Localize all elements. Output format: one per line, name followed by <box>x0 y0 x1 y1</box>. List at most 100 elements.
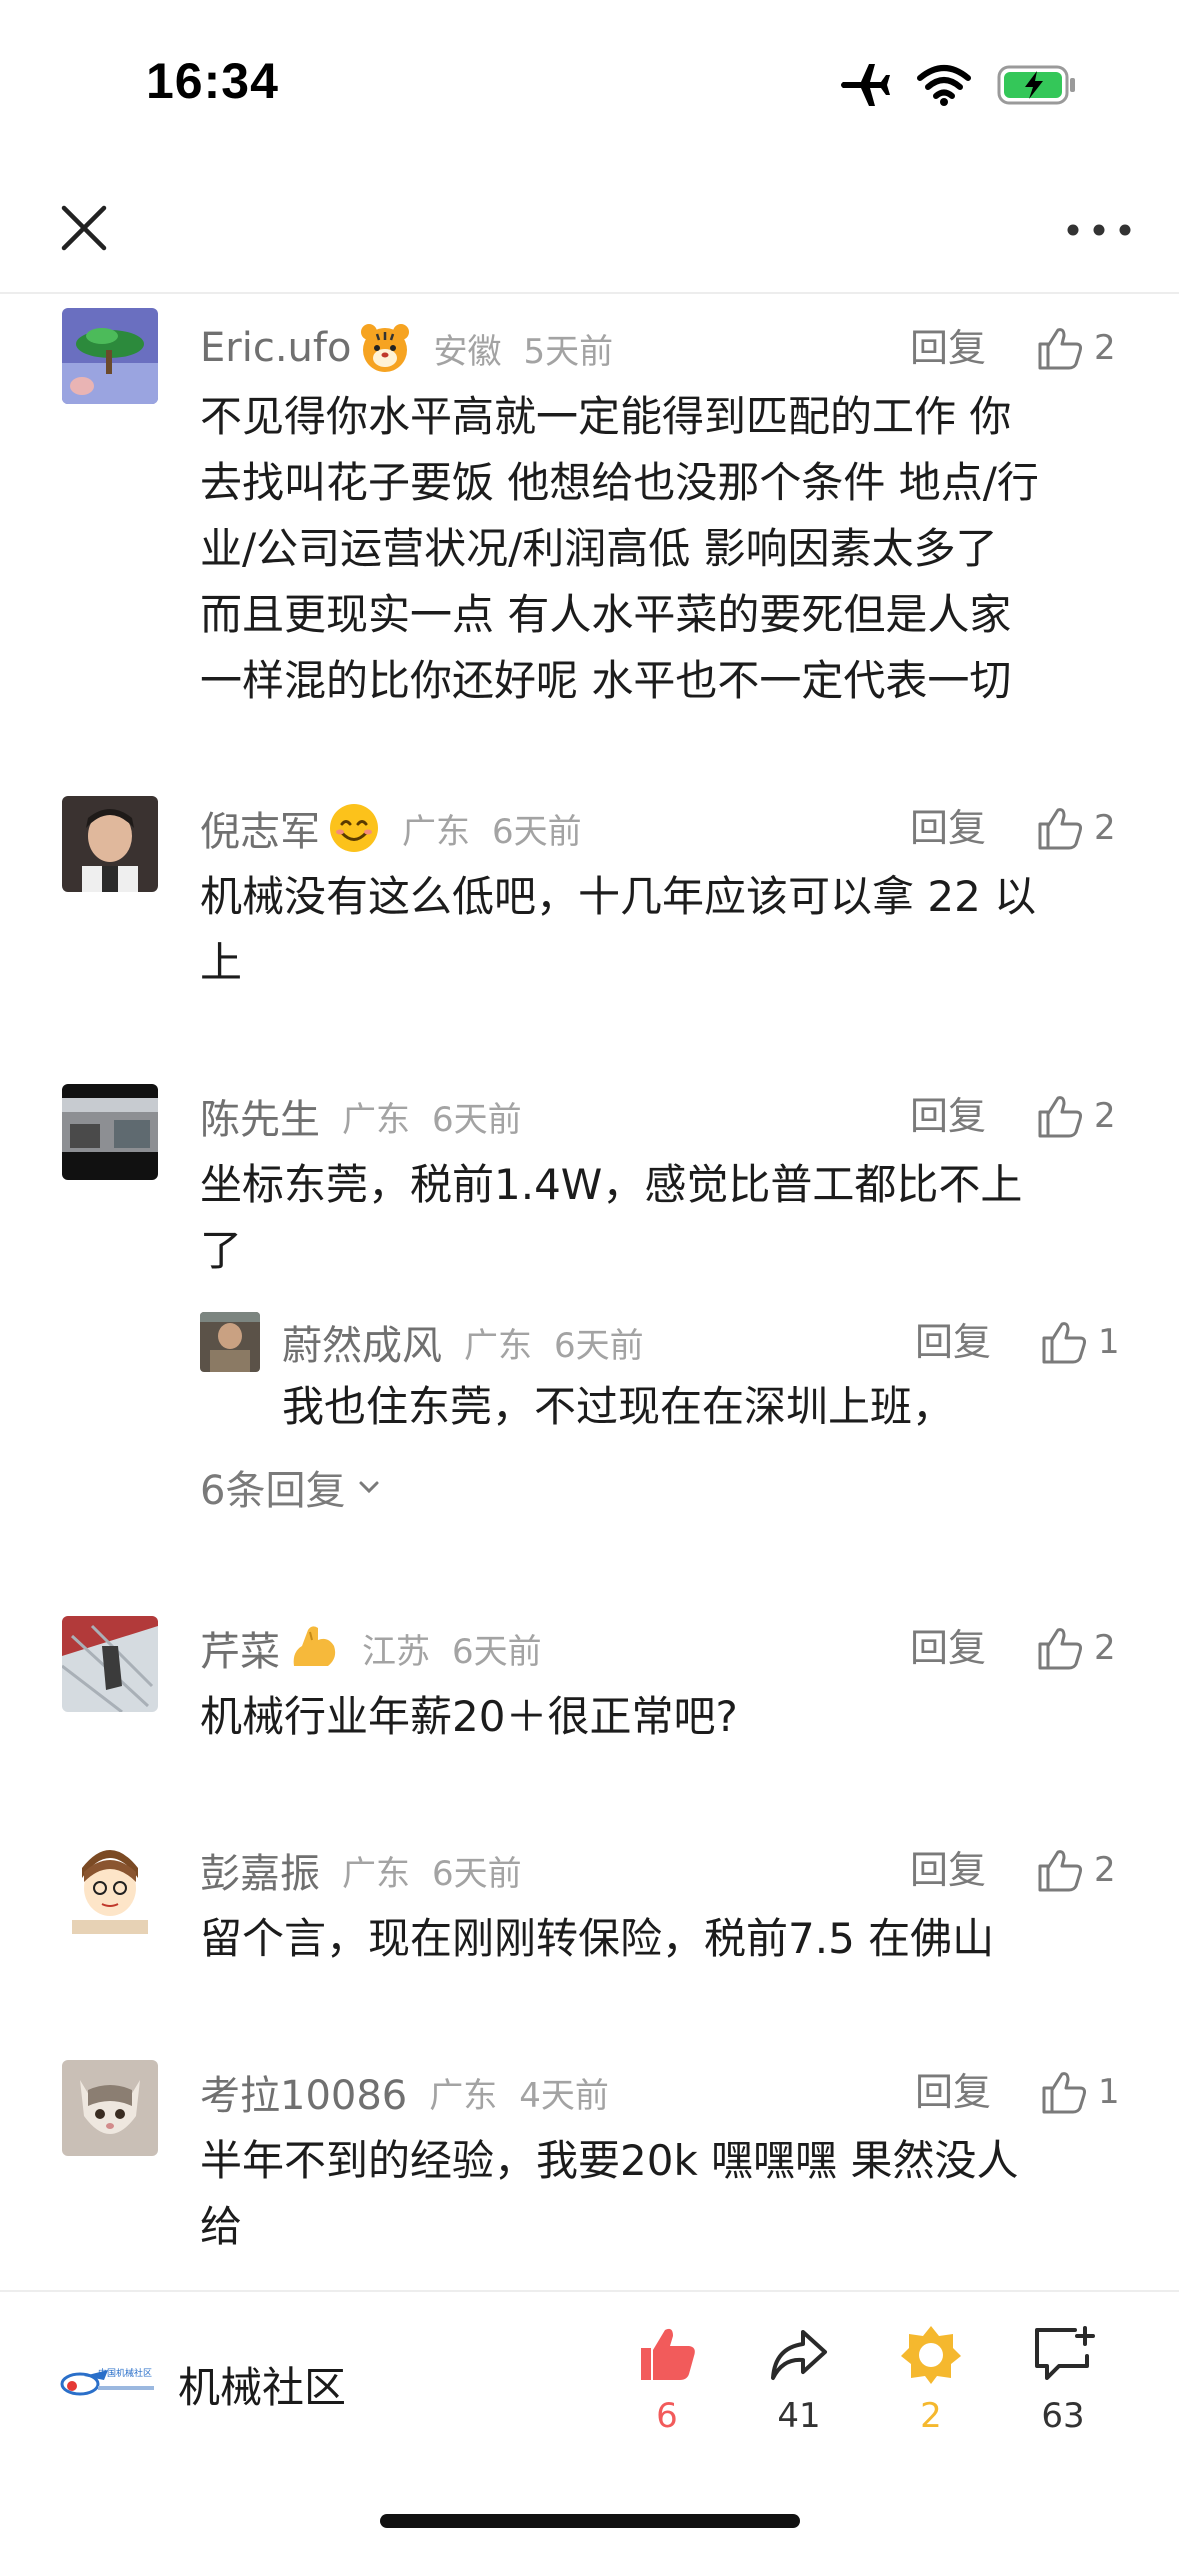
like-button[interactable]: 2 <box>1036 1088 1116 1144</box>
avatar[interactable] <box>62 1838 158 1934</box>
reply-button[interactable]: 回复 <box>910 800 986 856</box>
reply-button[interactable]: 回复 <box>915 1314 991 1370</box>
close-icon <box>61 205 107 251</box>
favorite-button[interactable]: 2 <box>876 2322 986 2436</box>
comment-add-icon <box>1035 2326 1095 2380</box>
text-line: 了 <box>200 1226 243 1275</box>
text-line: 给 <box>200 2202 243 2251</box>
text-line: 机械没有这么低吧，十几年应该可以拿 22 以 <box>200 872 1037 921</box>
battery-charging-icon <box>997 65 1075 105</box>
like-button[interactable]: 2 <box>1036 1842 1116 1898</box>
username[interactable]: 芹菜 <box>200 1619 280 1677</box>
like-button[interactable]: 1 <box>1040 1314 1120 1370</box>
thumbs-up-filled-icon <box>641 2328 695 2380</box>
brand-name[interactable]: 机械社区 <box>178 2354 346 2415</box>
location: 安徽 <box>433 331 502 372</box>
reply-button[interactable]: 回复 <box>910 1842 986 1898</box>
text-line: 机械行业年薪20＋很正常吧? <box>200 1692 738 1741</box>
timestamp: 6天前 <box>492 811 582 852</box>
timestamp: 5天前 <box>523 331 614 372</box>
username[interactable]: Eric.ufo <box>200 325 351 371</box>
reply-avatar[interactable] <box>200 1312 260 1372</box>
like-button[interactable]: 2 <box>1036 320 1116 376</box>
like-count: 1 <box>1098 2072 1120 2112</box>
timestamp: 6天前 <box>432 1099 522 1140</box>
comment-meta: 考拉10086 广东 4天前 <box>200 2064 609 2120</box>
comment-meta: 倪志军 广东 6天前 <box>200 800 582 856</box>
thumbs-up-icon <box>1038 328 1082 370</box>
text-line: 一样混的比你还好呢 水平也不一定代表一切 <box>200 656 1012 705</box>
status-icons <box>839 62 1079 108</box>
thumbs-up-icon <box>1038 1628 1082 1670</box>
text-line: 不见得你水平高就一定能得到匹配的工作 你 <box>200 392 1012 441</box>
reply-location: 广东 <box>464 1325 532 1366</box>
comment-text: 半年不到的经验，我要20k 嘿嘿嘿 果然没人 给 <box>200 2128 1120 2260</box>
location: 广东 <box>402 811 470 852</box>
reply-timestamp: 6天前 <box>554 1325 644 1366</box>
location: 广东 <box>342 1853 410 1894</box>
smile-emoji-icon <box>330 804 378 852</box>
comment-text: 坐标东莞，税前1.4W，感觉比普工都比不上 了 <box>200 1152 1120 1284</box>
like-button[interactable]: 2 <box>1036 800 1116 856</box>
like-button[interactable]: 1 <box>1040 2064 1120 2120</box>
avatar[interactable] <box>62 1616 158 1712</box>
comment-list: Eric.ufo 安徽 5天前 回复 2 不见得你水平高就一定能得到匹配的工作 … <box>0 296 1179 2290</box>
timestamp: 6天前 <box>432 1853 522 1894</box>
like-count: 2 <box>1094 808 1116 848</box>
comment-text: 机械没有这么低吧，十几年应该可以拿 22 以 上 <box>200 864 1120 996</box>
avatar[interactable] <box>62 1084 158 1180</box>
post-like-count: 6 <box>656 2396 678 2436</box>
comment-meta: 芹菜 江苏 6天前 <box>200 1620 542 1676</box>
comment-text: 机械行业年薪20＋很正常吧? <box>200 1684 1120 1750</box>
more-dots-icon <box>1067 224 1131 236</box>
comment-meta: Eric.ufo 安徽 5天前 <box>200 320 613 376</box>
username[interactable]: 考拉10086 <box>200 2063 407 2121</box>
more-options-button[interactable] <box>1063 212 1135 248</box>
comment-meta: 彭嘉振 广东 6天前 <box>200 1842 522 1898</box>
reply-button[interactable]: 回复 <box>910 1088 986 1144</box>
thumbs-up-icon <box>1038 808 1082 850</box>
reply-button[interactable]: 回复 <box>915 2064 991 2120</box>
favorite-badge-icon <box>901 2326 961 2384</box>
view-replies-button[interactable]: 6条回复 <box>200 1458 383 1516</box>
home-indicator[interactable] <box>380 2514 800 2528</box>
text-line: 而且更现实一点 有人水平菜的要死但是人家 <box>200 590 1012 639</box>
reply-username[interactable]: 蔚然成风 <box>282 1313 442 1371</box>
reply-button[interactable]: 回复 <box>910 1620 986 1676</box>
location: 广东 <box>429 2075 498 2116</box>
reply-text: 我也住东莞，不过现在在深圳上班， <box>282 1382 955 1431</box>
text-line: 半年不到的经验，我要20k 嘿嘿嘿 果然没人 <box>200 2136 1019 2185</box>
text-line: 坐标东莞，税前1.4W，感觉比普工都比不上 <box>200 1160 1023 1209</box>
thumbs-up-icon <box>1042 2072 1086 2114</box>
favorite-count: 2 <box>920 2396 942 2436</box>
avatar[interactable] <box>62 2060 158 2156</box>
location: 广东 <box>342 1099 410 1140</box>
location: 江苏 <box>362 1631 430 1672</box>
brand-logo[interactable]: 中国机械社区 <box>58 2360 158 2404</box>
like-count: 2 <box>1094 1628 1116 1668</box>
status-time: 16:34 <box>146 53 279 109</box>
reply-button[interactable]: 回复 <box>910 320 986 376</box>
top-nav-bar <box>0 160 1179 294</box>
username[interactable]: 倪志军 <box>200 799 320 857</box>
like-count: 2 <box>1094 328 1116 368</box>
comment-text: 不见得你水平高就一定能得到匹配的工作 你 去找叫花子要饭 他想给也没那个条件 地… <box>200 384 1120 714</box>
wifi-icon <box>917 65 971 106</box>
text-line: 上 <box>200 938 243 987</box>
like-count: 2 <box>1094 1096 1116 1136</box>
share-button[interactable]: 41 <box>744 2322 854 2436</box>
text-line: 去找叫花子要饭 他想给也没那个条件 地点/行 <box>200 458 1039 507</box>
status-bar: 16:34 <box>0 0 1179 160</box>
close-button[interactable] <box>52 196 116 260</box>
comment-button[interactable]: 63 <box>1008 2322 1118 2436</box>
flexed-biceps-emoji-icon <box>293 1626 336 1666</box>
like-button[interactable]: 2 <box>1036 1620 1116 1676</box>
timestamp: 4天前 <box>519 2075 609 2116</box>
logo-text: 中国机械社区 <box>98 2367 152 2379</box>
username[interactable]: 彭嘉振 <box>200 1841 320 1899</box>
avatar[interactable] <box>62 796 158 892</box>
airplane-icon <box>841 64 890 106</box>
username[interactable]: 陈先生 <box>200 1087 320 1145</box>
like-post-button[interactable]: 6 <box>612 2322 722 2436</box>
avatar[interactable] <box>62 308 158 404</box>
